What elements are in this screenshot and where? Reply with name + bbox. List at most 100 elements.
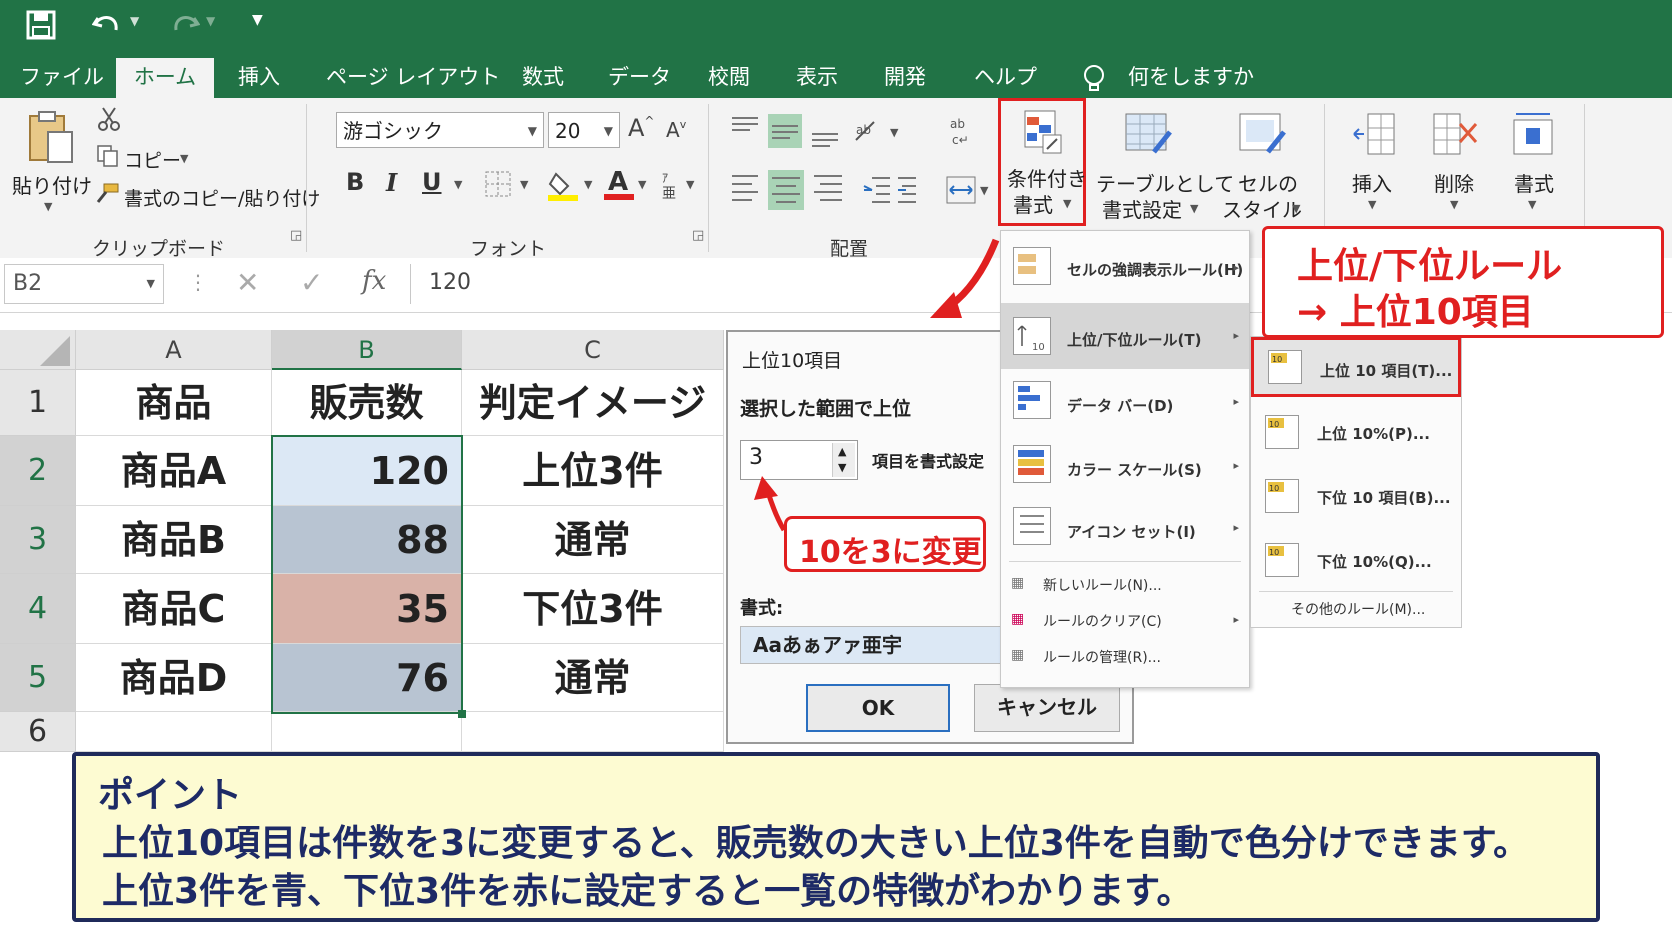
row-header-2[interactable]: 2 [0,436,76,506]
cell-a6[interactable] [76,712,272,752]
row-header-3[interactable]: 3 [0,506,76,574]
row-header-1[interactable]: 1 [0,370,76,436]
format-as-table-label-2[interactable]: 書式設定 [1102,194,1182,223]
paste-dropdown-icon[interactable]: ▼ [44,200,52,213]
border-dropdown-icon[interactable]: ▼ [520,178,528,191]
menu-item-new-rule[interactable]: ▦ 新しいルール(N)... [1001,567,1249,603]
tell-me-search[interactable]: 何をしますか [1114,58,1268,98]
format-as-table-label-1[interactable]: テーブルとして [1096,168,1234,197]
horizontal-align-icons[interactable] [730,170,856,210]
conditional-formatting-button[interactable]: 条件付き 書式 ▼ [998,98,1087,226]
format-painter-button[interactable]: 書式のコピー/貼り付け [124,184,320,211]
font-name-combo[interactable]: 游ゴシック ▼ [336,112,544,148]
menu-item-color-scales[interactable]: カラー スケール(S) ▸ [1001,433,1249,497]
tab-view[interactable]: 表示 [782,58,852,98]
cell-c5[interactable]: 通常 [462,644,724,712]
row-header-4[interactable]: 4 [0,574,76,644]
column-header-c[interactable]: C [462,330,724,370]
tab-data[interactable]: データ [594,58,685,98]
clipboard-launcher-icon[interactable]: ◲ [290,228,302,243]
font-launcher-icon[interactable]: ◲ [692,228,704,243]
count-spinner[interactable]: 3 ▲ ▼ [740,440,858,480]
font-color-dropdown-icon[interactable]: ▼ [638,178,646,191]
name-box[interactable]: B2 ▼ [4,264,164,304]
spinner-arrows[interactable]: ▲ ▼ [832,443,855,477]
redo-dropdown-icon[interactable]: ▼ [206,14,215,28]
column-header-b[interactable]: B [272,330,462,370]
cell-styles-label-1[interactable]: セルの [1238,168,1298,197]
cell-a2[interactable]: 商品A [76,436,272,506]
cell-b1[interactable]: 販売数 [272,370,462,436]
customize-qat-icon[interactable]: ▼ [252,12,263,28]
grow-font-icon[interactable]: A^ [628,114,654,142]
italic-button[interactable]: I [386,168,397,197]
phonetic-icon[interactable]: ｱ 亜 [660,168,682,202]
underline-dropdown-icon[interactable]: ▼ [454,178,462,191]
cell-c3[interactable]: 通常 [462,506,724,574]
insert-cells-button[interactable]: 挿入 [1352,168,1392,197]
undo-dropdown-icon[interactable]: ▼ [130,14,139,28]
cell-b4[interactable]: 35 [272,574,462,644]
cell-a1[interactable]: 商品 [76,370,272,436]
cancel-button[interactable]: キャンセル [974,684,1120,732]
tab-review[interactable]: 校閲 [694,58,764,98]
submenu-item-top10-percent[interactable]: 10 上位 10%(P)... [1251,403,1461,463]
tab-insert[interactable]: 挿入 [224,58,294,98]
format-cells-button[interactable]: 書式 [1514,168,1554,197]
cell-b2[interactable]: 120 [272,436,462,506]
ok-button[interactable]: OK [806,684,950,732]
fill-handle[interactable] [458,710,466,718]
submenu-item-bottom10[interactable]: 10 下位 10 項目(B)... [1251,467,1461,527]
cell-c6[interactable] [462,712,724,752]
border-icon[interactable] [484,170,512,198]
underline-button[interactable]: U [422,168,442,196]
format-preview[interactable]: Aaあぁアァ亜宇 [740,626,1008,664]
menu-item-icon-sets[interactable]: アイコン セット(I) ▸ [1001,497,1249,557]
spin-up-icon[interactable]: ▲ [838,445,846,458]
cut-icon[interactable] [96,106,122,132]
tab-help[interactable]: ヘルプ [960,58,1051,98]
fill-color-dropdown-icon[interactable]: ▼ [584,178,592,191]
format-dropdown-icon[interactable]: ▼ [1528,198,1536,211]
copy-button[interactable]: コピー [124,146,181,173]
menu-item-manage-rules[interactable]: ▦ ルールの管理(R)... [1001,639,1249,675]
cell-a4[interactable]: 商品C [76,574,272,644]
cell-a5[interactable]: 商品D [76,644,272,712]
tab-formulas[interactable]: 数式 [508,58,578,98]
indent-icons[interactable] [862,174,926,206]
orientation-icon[interactable]: ab [852,116,888,146]
insert-function-icon[interactable]: fx [362,266,386,296]
font-size-combo[interactable]: 20 ▼ [548,112,620,148]
submenu-item-bottom10-percent[interactable]: 10 下位 10%(Q)... [1251,531,1461,591]
insert-dropdown-icon[interactable]: ▼ [1368,198,1376,211]
submenu-item-top10[interactable]: 10 上位 10 項目(T)... [1251,337,1461,397]
merge-dropdown-icon[interactable]: ▼ [980,184,988,197]
orientation-dropdown-icon[interactable]: ▼ [890,126,898,139]
font-color-icon[interactable]: A [604,166,634,202]
bold-button[interactable]: B [346,168,364,196]
shrink-font-icon[interactable]: Av [666,118,686,142]
cell-styles-label-2[interactable]: スタイル [1222,194,1302,223]
menu-item-top-bottom-rules[interactable]: 10 上位/下位ルール(T) ▸ [1001,303,1249,369]
cell-a3[interactable]: 商品B [76,506,272,574]
save-icon[interactable] [26,10,56,40]
cell-c2[interactable]: 上位3件 [462,436,724,506]
cell-b5[interactable]: 76 [272,644,462,712]
submenu-item-more-rules[interactable]: その他のルール(M)... [1291,599,1425,619]
tab-developer[interactable]: 開発 [870,58,940,98]
undo-icon[interactable] [92,10,122,38]
paste-button[interactable]: 貼り付け [12,170,92,199]
tab-page-layout[interactable]: ページ レイアウト [312,58,514,98]
delete-cells-button[interactable]: 削除 [1434,168,1474,197]
fill-color-icon[interactable] [548,168,580,202]
format-as-table-dropdown-icon[interactable]: ▼ [1190,202,1198,215]
wrap-text-icon[interactable]: ab c↵ [950,116,976,148]
cancel-icon[interactable]: ✕ [236,266,259,299]
row-header-6[interactable]: 6 [0,712,76,752]
copy-dropdown-icon[interactable]: ▼ [180,152,188,165]
column-header-a[interactable]: A [76,330,272,370]
merge-center-icon[interactable] [946,176,976,204]
cell-b6[interactable] [272,712,462,752]
select-all-corner[interactable] [0,330,76,370]
phonetic-dropdown-icon[interactable]: ▼ [686,178,694,191]
